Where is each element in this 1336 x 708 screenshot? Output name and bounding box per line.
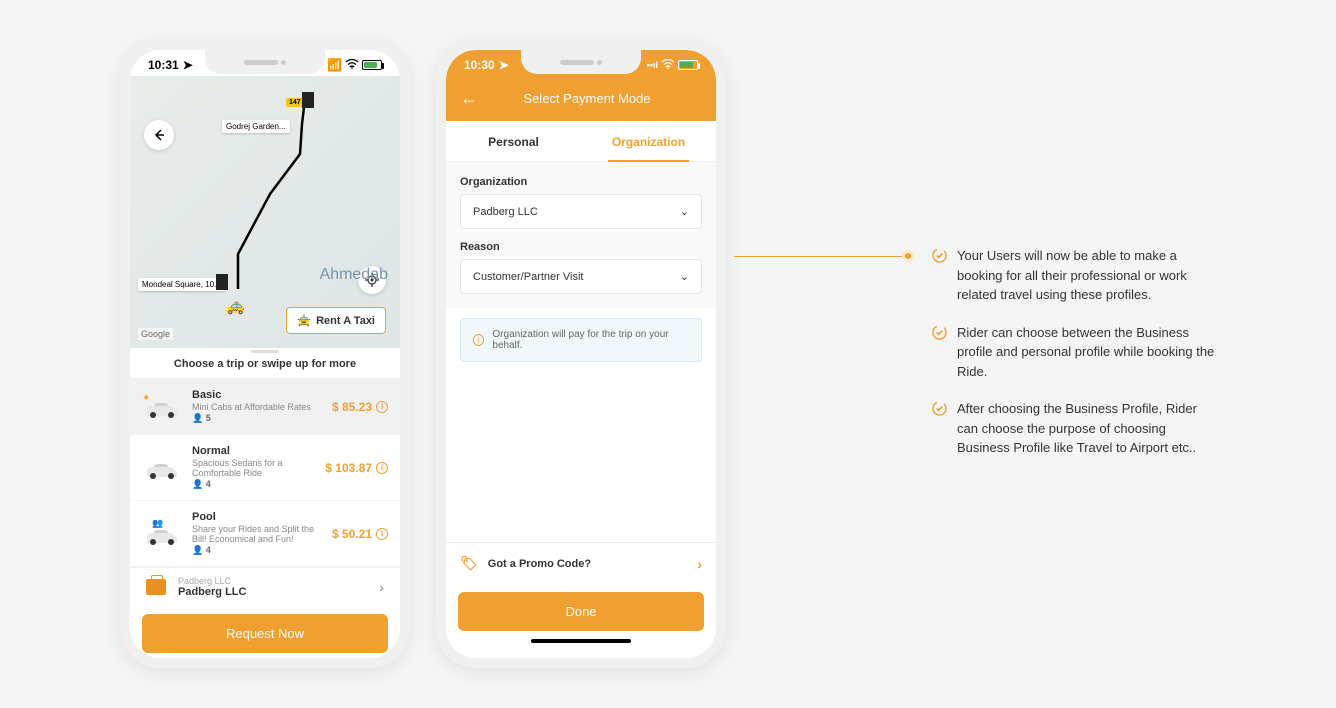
promo-tag-icon: 🏷 xyxy=(460,555,478,572)
chevron-right-icon: › xyxy=(697,556,702,572)
reason-select[interactable]: Customer/Partner Visit ⌄ xyxy=(460,259,702,294)
trip-desc: Share your Rides and Split the Bill! Eco… xyxy=(192,524,322,544)
phone-payment-screen: 10:30 ➤ ••ıl ← Select Payment Mode Person… xyxy=(436,40,726,668)
phone-notch xyxy=(521,50,641,74)
briefcase-icon xyxy=(146,579,166,595)
feature-annotations: Your Users will now be able to make a bo… xyxy=(752,40,1216,476)
trip-option-pool[interactable]: 👥 Pool Share your Rides and Split the Bi… xyxy=(130,501,400,567)
back-button[interactable] xyxy=(144,120,174,150)
status-time: 10:31 xyxy=(148,58,179,72)
request-now-button[interactable]: Request Now xyxy=(142,614,388,653)
trip-capacity: 👤 4 xyxy=(192,479,315,490)
organization-label: Organization xyxy=(460,176,702,188)
organization-form: Organization Padberg LLC ⌄ Reason Custom… xyxy=(446,162,716,308)
reason-value: Customer/Partner Visit xyxy=(473,271,583,283)
annotation-text: Rider can choose between the Business pr… xyxy=(957,323,1216,382)
connector-dot xyxy=(902,250,914,262)
tab-organization[interactable]: Organization xyxy=(581,121,716,161)
car-marker-icon: 🚕 xyxy=(225,296,241,312)
done-button[interactable]: Done xyxy=(458,592,704,631)
payment-header: ← Select Payment Mode xyxy=(446,76,716,121)
car-basic-icon: ✦ xyxy=(142,395,182,419)
info-icon: i xyxy=(473,334,484,346)
phone-booking-screen: 10:31 ➤ 📶 147 Godrej Garden... Mondeal Sq… xyxy=(120,40,410,668)
tab-personal[interactable]: Personal xyxy=(446,121,581,161)
signal-icon: ••ıl xyxy=(647,60,658,70)
trip-desc: Mini Cabs at Affordable Rates xyxy=(192,402,322,412)
annotation-item: After choosing the Business Profile, Rid… xyxy=(932,399,1216,458)
trip-capacity: 👤 4 xyxy=(192,545,322,556)
google-logo: Google xyxy=(138,328,173,340)
payment-title: Select Payment Mode xyxy=(492,91,682,106)
payment-tabs: Personal Organization xyxy=(446,121,716,162)
status-time: 10:30 xyxy=(464,58,495,72)
chevron-right-icon: › xyxy=(379,579,384,595)
wifi-icon xyxy=(345,58,359,72)
check-icon xyxy=(932,248,947,263)
org-mainlabel: Padberg LLC xyxy=(178,586,367,598)
trip-option-basic[interactable]: ✦ Basic Mini Cabs at Affordable Rates 👤 … xyxy=(130,379,400,435)
location-arrow-icon: ➤ xyxy=(499,58,509,72)
battery-icon xyxy=(678,60,698,70)
origin-label: Mondeal Square, 10... xyxy=(138,278,225,291)
battery-icon xyxy=(362,60,382,70)
taxi-icon: 🚖 xyxy=(297,314,311,327)
organization-value: Padberg LLC xyxy=(473,206,538,218)
back-arrow-icon[interactable]: ← xyxy=(460,88,478,109)
map-city-label: Ahmedab xyxy=(320,266,389,284)
annotation-text: After choosing the Business Profile, Rid… xyxy=(957,399,1216,458)
trip-option-normal[interactable]: Normal Spacious Sedans for a Comfortable… xyxy=(130,435,400,501)
trip-desc: Spacious Sedans for a Comfortable Ride xyxy=(192,458,315,478)
wifi-icon xyxy=(661,58,675,72)
promo-label: Got a Promo Code? xyxy=(488,558,591,570)
trip-name: Normal xyxy=(192,445,315,457)
check-icon xyxy=(932,325,947,340)
home-indicator xyxy=(531,639,631,643)
trip-price: $ 85.23i xyxy=(332,400,388,414)
org-sublabel: Padberg LLC xyxy=(178,576,367,586)
location-arrow-icon: ➤ xyxy=(183,58,193,72)
reason-label: Reason xyxy=(460,241,702,253)
chevron-down-icon: ⌄ xyxy=(680,270,689,283)
phone-notch xyxy=(205,50,325,74)
info-icon[interactable]: i xyxy=(376,462,388,474)
car-normal-icon xyxy=(142,456,182,480)
promo-code-row[interactable]: 🏷 Got a Promo Code? › xyxy=(446,542,716,584)
annotation-text: Your Users will now be able to make a bo… xyxy=(957,246,1216,305)
connector-line xyxy=(734,256,906,257)
info-icon[interactable]: i xyxy=(376,401,388,413)
trip-price: $ 50.21i xyxy=(332,527,388,541)
car-pool-icon: 👥 xyxy=(142,522,182,546)
organization-select[interactable]: Padberg LLC ⌄ xyxy=(460,194,702,229)
info-icon[interactable]: i xyxy=(376,528,388,540)
trip-list-header: Choose a trip or swipe up for more xyxy=(130,348,400,379)
waypoint-label: Godrej Garden... xyxy=(222,120,290,133)
origin-pin-icon xyxy=(216,274,228,290)
annotation-item: Your Users will now be able to make a bo… xyxy=(932,246,1216,305)
payment-profile-row[interactable]: Padberg LLC Padberg LLC › xyxy=(130,567,400,606)
trip-name: Pool xyxy=(192,511,322,523)
annotation-item: Rider can choose between the Business pr… xyxy=(932,323,1216,382)
map-view[interactable]: 147 Godrej Garden... Mondeal Square, 10.… xyxy=(130,76,400,348)
trip-price: $ 103.87i xyxy=(325,461,388,475)
trip-capacity: 👤 5 xyxy=(192,413,322,424)
destination-pin-icon xyxy=(302,92,314,108)
signal-icon: 📶 xyxy=(327,58,342,72)
trip-options-list: ✦ Basic Mini Cabs at Affordable Rates 👤 … xyxy=(130,379,400,567)
trip-name: Basic xyxy=(192,389,322,401)
info-message: i Organization will pay for the trip on … xyxy=(460,318,702,362)
rent-taxi-button[interactable]: 🚖 Rent A Taxi xyxy=(286,307,386,334)
rent-taxi-label: Rent A Taxi xyxy=(316,315,375,327)
chevron-down-icon: ⌄ xyxy=(680,205,689,218)
check-icon xyxy=(932,401,947,416)
